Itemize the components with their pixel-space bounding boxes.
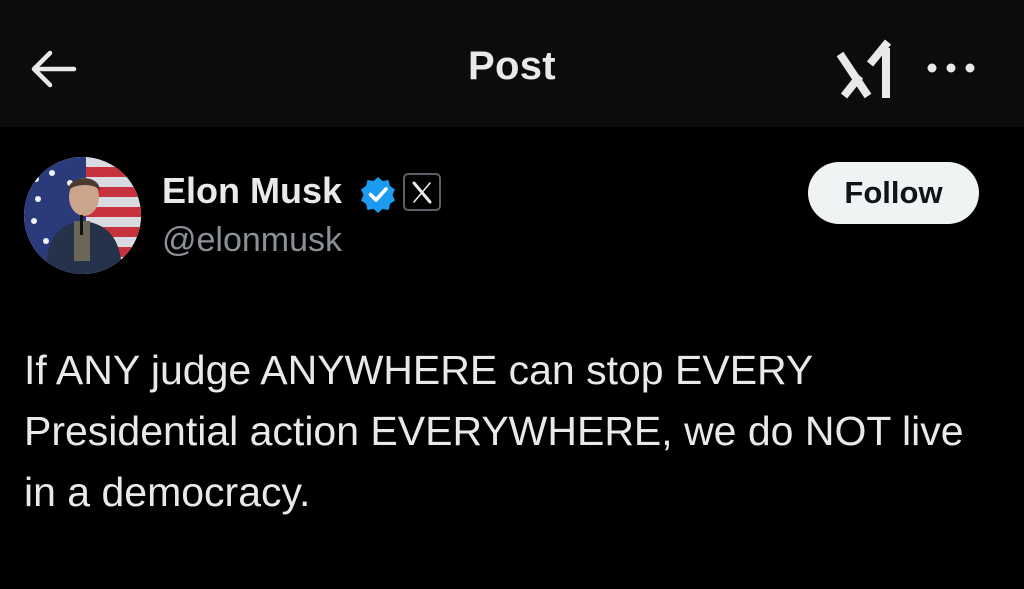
grok-button[interactable]: [834, 34, 898, 104]
affiliate-badge[interactable]: [403, 173, 441, 211]
page-title: Post: [468, 44, 556, 88]
x-logo-icon: [412, 181, 432, 204]
more-options-button[interactable]: [918, 48, 984, 88]
more-horizontal-icon: [927, 63, 975, 73]
grok-icon: [836, 39, 892, 99]
post-text: If ANY judge ANYWHERE can stop EVERY Pre…: [24, 347, 964, 515]
follow-button[interactable]: Follow: [808, 162, 979, 224]
author-name[interactable]: Elon Musk: [162, 170, 342, 212]
verified-badge-icon: [359, 175, 397, 213]
top-bar: Post: [0, 0, 1024, 127]
avatar[interactable]: [24, 157, 141, 274]
arrow-left-icon: [31, 50, 77, 88]
back-button[interactable]: [22, 44, 84, 94]
author-handle[interactable]: @elonmusk: [162, 221, 342, 260]
